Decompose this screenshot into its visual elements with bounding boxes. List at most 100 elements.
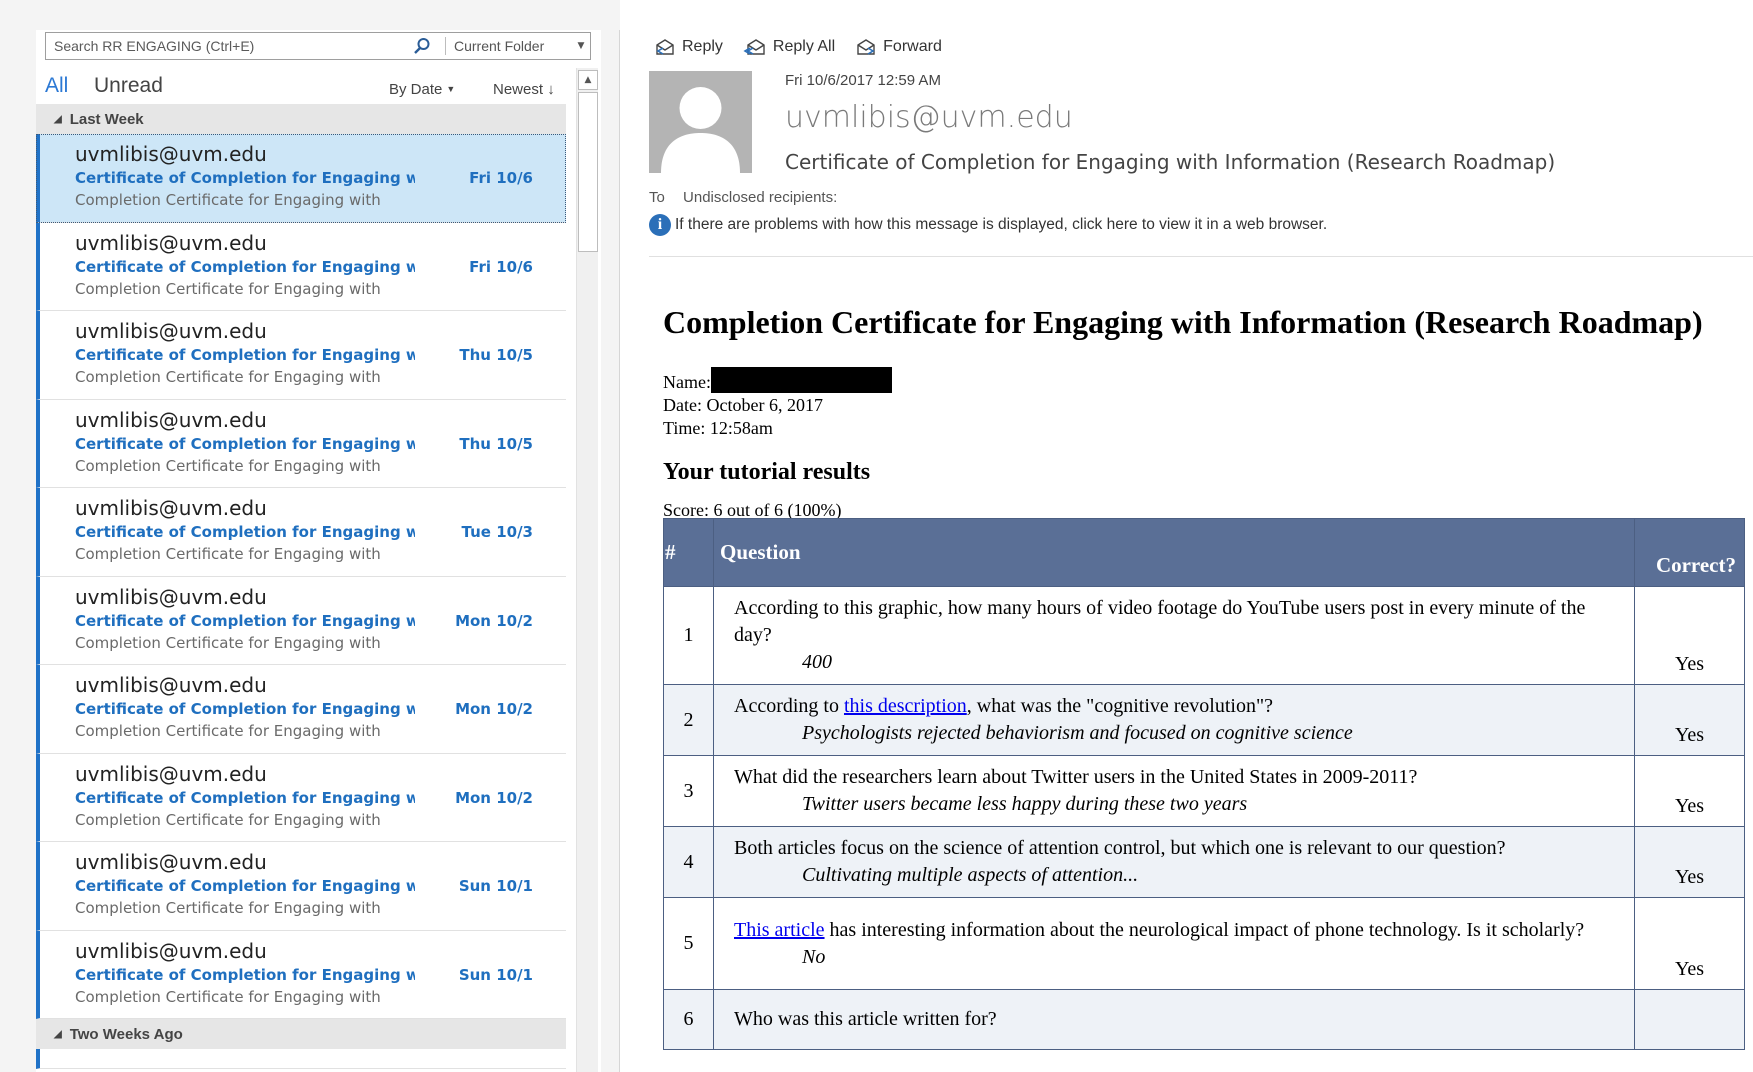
question-pre: What did the researchers learn about Twi… <box>734 766 1418 788</box>
reply-button[interactable]: Reply <box>654 37 723 57</box>
question-text: Who was this article written for? <box>734 1006 1624 1033</box>
table-row: 2 According to this description, what was… <box>663 684 1745 756</box>
reply-all-button[interactable]: Reply All <box>743 37 835 57</box>
reading-pane: Reply Reply All Forward Fri 10/6/2017 12… <box>620 0 1753 1072</box>
forward-button[interactable]: Forward <box>855 37 942 57</box>
to-value[interactable]: Undisclosed recipients: <box>683 189 837 206</box>
message-subject: Certificate of Completion for Engaging w… <box>75 434 415 453</box>
list-item[interactable]: uvmlibis@uvm.edu Certificate of Completio… <box>36 842 566 931</box>
info-icon: i <box>649 214 671 236</box>
message-sender: uvmlibis@uvm.edu <box>75 850 267 874</box>
list-item[interactable]: uvmlibis@uvm.edu Certificate of Completio… <box>36 134 566 223</box>
avatar[interactable] <box>649 71 752 173</box>
filter-bar: All Unread By Date ▼ Newest ↓ <box>45 72 565 102</box>
header-divider <box>649 256 1753 257</box>
header-num: # <box>663 518 714 587</box>
message-subject: Certificate of Completion for Engaging w… <box>75 611 415 630</box>
list-item[interactable]: uvmlibis@uvm.edu Certificate of Completio… <box>36 222 566 311</box>
message-items: uvmlibis@uvm.edu Certificate of Completio… <box>36 134 566 1019</box>
message-preview: Completion Certificate for Engaging with <box>75 899 381 917</box>
question-text: This article has interesting information… <box>734 917 1624 944</box>
question-text: Both articles focus on the science of at… <box>734 835 1624 862</box>
table-header-row: # Question Correct? <box>663 518 1745 587</box>
list-item-partial[interactable] <box>36 1049 566 1069</box>
sort-order-label: Newest <box>493 81 544 98</box>
chevron-down-icon[interactable]: ▼ <box>572 41 590 51</box>
certificate-title: Completion Certificate for Engaging with… <box>663 304 1703 340</box>
collapse-triangle-icon[interactable]: ◢ <box>54 1029 62 1040</box>
message-date: Mon 10/2 <box>455 700 533 718</box>
scroll-up-arrow-icon[interactable]: ▲ <box>578 70 598 90</box>
date-line: Date: October 6, 2017 <box>663 395 823 415</box>
question-pre: According to this graphic, how many hour… <box>734 597 1586 646</box>
list-item[interactable]: uvmlibis@uvm.edu Certificate of Completio… <box>36 576 566 665</box>
email-sender[interactable]: uvmlibis@uvm.edu <box>785 100 1073 135</box>
to-label: To <box>649 189 665 206</box>
message-subject: Certificate of Completion for Engaging w… <box>75 877 415 895</box>
row-number: 3 <box>663 755 714 827</box>
answer-text: Psychologists rejected behaviorism and f… <box>802 722 1353 744</box>
reply-icon <box>656 39 674 55</box>
filter-unread-tab[interactable]: Unread <box>94 74 163 98</box>
table-row: 3 What did the researchers learn about Tw… <box>663 755 1745 827</box>
header-question: Question <box>713 518 1635 587</box>
list-item[interactable]: uvmlibis@uvm.edu Certificate of Completio… <box>36 665 566 754</box>
info-bar[interactable]: i If there are problems with how this me… <box>649 214 1327 236</box>
info-text[interactable]: If there are problems with how this mess… <box>675 216 1327 234</box>
message-action-bar: Reply Reply All Forward <box>654 33 942 61</box>
message-preview: Completion Certificate for Engaging with <box>75 191 381 209</box>
results-heading: Your tutorial results <box>663 459 871 485</box>
sort-by-button[interactable]: By Date ▼ <box>389 81 455 98</box>
results-table: # Question Correct? 1 According to this g… <box>663 518 1745 1050</box>
answer-text: No <box>802 945 826 968</box>
person-silhouette-icon <box>661 87 740 173</box>
message-preview: Completion Certificate for Engaging with <box>75 456 381 475</box>
list-item[interactable]: uvmlibis@uvm.edu Certificate of Completio… <box>36 753 566 842</box>
scrollbar-thumb[interactable] <box>578 92 598 252</box>
arrow-down-icon: ↓ <box>547 81 555 98</box>
message-sender: uvmlibis@uvm.edu <box>75 319 267 343</box>
sort-order-button[interactable]: Newest ↓ <box>493 81 555 98</box>
message-date: Sun 10/1 <box>458 877 533 895</box>
list-item[interactable]: uvmlibis@uvm.edu Certificate of Completio… <box>36 399 566 488</box>
search-scope-select[interactable]: Current Folder <box>454 38 572 54</box>
row-correct: Yes <box>1634 684 1745 756</box>
search-box[interactable]: Current Folder ▼ <box>45 32 591 60</box>
group-header-two-weeks-ago[interactable]: ◢ Two Weeks Ago <box>36 1019 566 1049</box>
filter-all-tab[interactable]: All <box>45 74 68 98</box>
message-subject: Certificate of Completion for Engaging w… <box>75 346 415 364</box>
name-line: Name: <box>663 367 1753 394</box>
list-item[interactable]: uvmlibis@uvm.edu Certificate of Completio… <box>36 311 566 400</box>
email-date: Fri 10/6/2017 12:59 AM <box>785 72 941 89</box>
message-sender: uvmlibis@uvm.edu <box>75 496 267 520</box>
table-row: 4 Both articles focus on the science of a… <box>663 826 1745 898</box>
message-list-scrollbar[interactable]: ▲ <box>576 68 598 1072</box>
reply-all-icon <box>743 39 765 55</box>
table-row: 1 According to this graphic, how many hou… <box>663 586 1745 685</box>
forward-label: Forward <box>883 38 942 55</box>
header-correct: Correct? <box>1634 518 1745 587</box>
question-link[interactable]: This article <box>734 919 825 941</box>
list-item[interactable]: uvmlibis@uvm.edu Certificate of Completio… <box>36 930 566 1019</box>
list-item[interactable]: uvmlibis@uvm.edu Certificate of Completio… <box>36 488 566 577</box>
search-input[interactable] <box>52 34 407 58</box>
message-subject: Certificate of Completion for Engaging w… <box>75 700 415 718</box>
row-correct: Yes <box>1634 755 1745 827</box>
question-link[interactable]: this description <box>844 695 967 717</box>
row-number: 4 <box>663 826 714 898</box>
message-preview: Completion Certificate for Engaging with <box>75 368 381 386</box>
collapse-triangle-icon[interactable]: ◢ <box>54 114 62 125</box>
message-preview: Completion Certificate for Engaging with <box>75 633 381 652</box>
message-subject: Certificate of Completion for Engaging w… <box>75 965 415 984</box>
row-question: This article has interesting information… <box>713 897 1635 990</box>
message-sender: uvmlibis@uvm.edu <box>75 230 267 255</box>
reply-label: Reply <box>682 38 723 55</box>
message-date: Mon 10/2 <box>455 611 533 630</box>
search-icon[interactable] <box>407 34 437 58</box>
message-preview: Completion Certificate for Engaging with <box>75 279 381 298</box>
message-date: Thu 10/5 <box>459 434 533 453</box>
row-question: Who was this article written for? <box>713 989 1635 1050</box>
group-label: Last Week <box>69 110 144 128</box>
message-subject: Certificate of Completion for Engaging w… <box>75 257 415 276</box>
group-header-last-week[interactable]: ◢ Last Week <box>36 104 566 134</box>
